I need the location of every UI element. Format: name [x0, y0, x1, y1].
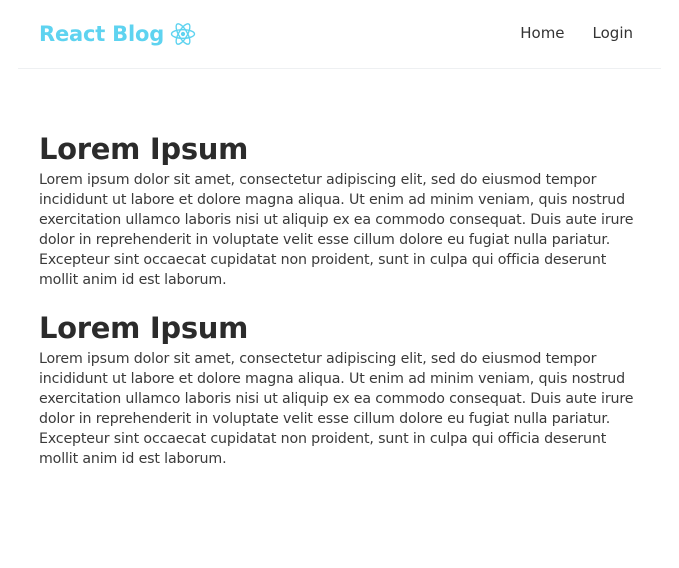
- navbar: React Blog Home Login: [18, 0, 661, 69]
- brand-link[interactable]: React Blog: [39, 19, 196, 49]
- post: Lorem Ipsum Lorem ipsum dolor sit amet, …: [39, 307, 644, 469]
- post-body: Lorem ipsum dolor sit amet, consectetur …: [39, 172, 634, 288]
- brand-title: React Blog: [39, 22, 165, 46]
- nav-links: Home Login: [520, 23, 633, 43]
- post-body: Lorem ipsum dolor sit amet, consectetur …: [39, 351, 634, 467]
- post-title: Lorem Ipsum: [39, 132, 249, 166]
- nav-link-home[interactable]: Home: [520, 23, 564, 43]
- nav-link-login[interactable]: Login: [593, 23, 633, 43]
- react-atom-icon: [170, 21, 196, 47]
- post: Lorem Ipsum Lorem ipsum dolor sit amet, …: [39, 128, 644, 290]
- post-title: Lorem Ipsum: [39, 311, 249, 345]
- post-list: Lorem Ipsum Lorem ipsum dolor sit amet, …: [39, 128, 644, 486]
